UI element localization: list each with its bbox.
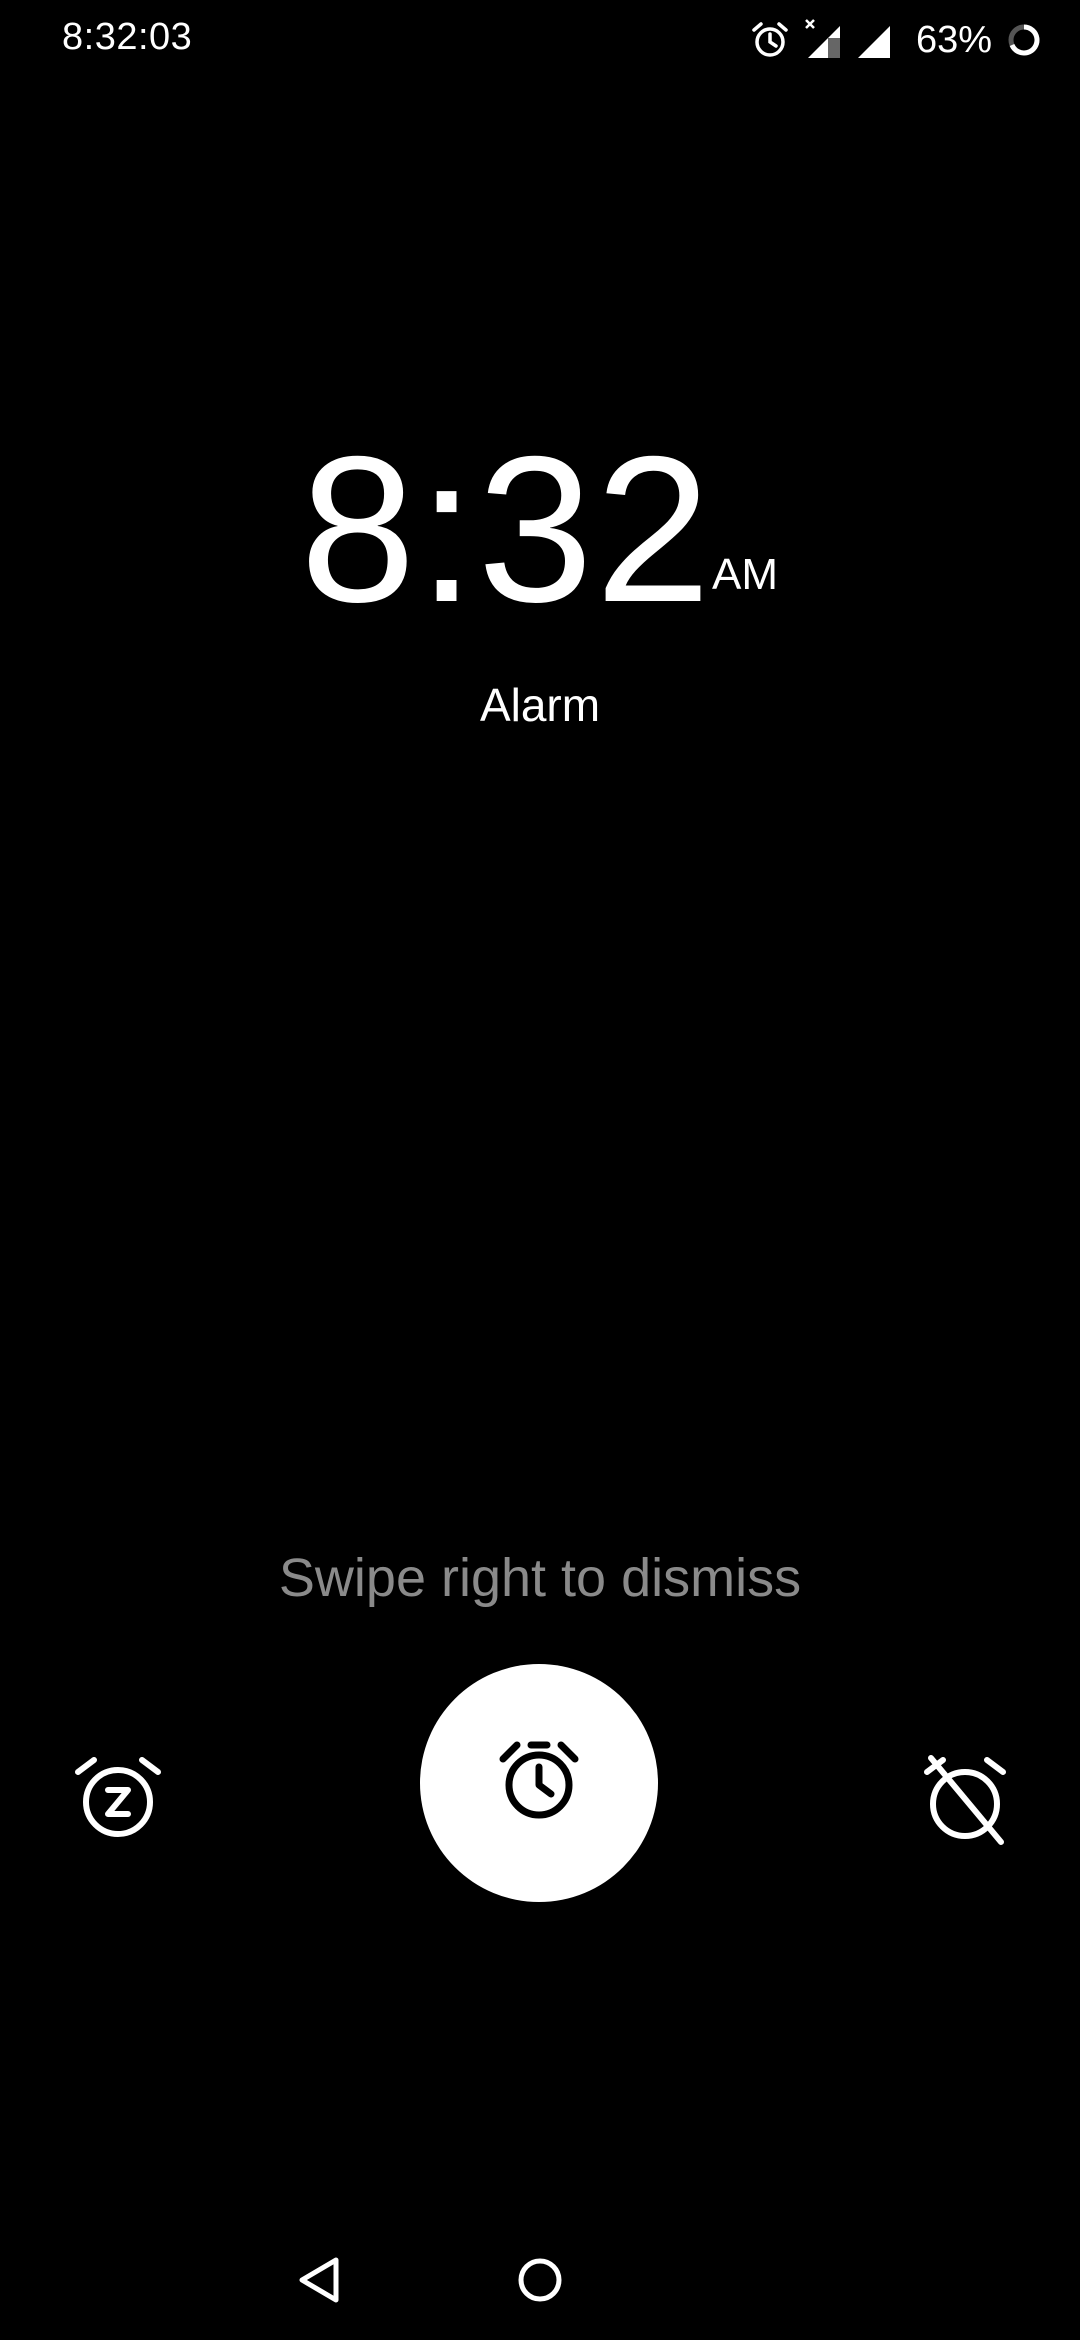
battery-charging-ring-icon bbox=[1006, 22, 1042, 58]
clock-ampm: AM bbox=[712, 550, 778, 599]
back-icon bbox=[292, 2257, 348, 2312]
status-bar: 8:32:03 63% bbox=[0, 0, 1080, 80]
dismiss-button[interactable] bbox=[915, 1750, 1015, 1850]
alarm-clock-icon bbox=[495, 1737, 583, 1830]
snooze-button[interactable] bbox=[70, 1750, 166, 1846]
status-icons: 63% bbox=[750, 14, 1042, 66]
alarm-clock-display: 8:32 AM bbox=[0, 414, 1080, 646]
signal-icon bbox=[854, 18, 894, 62]
signal-no-data-icon bbox=[804, 18, 844, 62]
clock-time: 8:32 bbox=[300, 414, 713, 646]
home-button[interactable] bbox=[512, 2252, 568, 2308]
snooze-alarm-icon bbox=[70, 1757, 166, 1850]
swipe-hint: Swipe right to dismiss bbox=[278, 1548, 802, 1608]
alarm-label: Alarm bbox=[479, 679, 601, 731]
back-button[interactable] bbox=[292, 2252, 348, 2308]
dismiss-swipe-handle[interactable] bbox=[420, 1664, 658, 1902]
home-icon bbox=[512, 2258, 568, 2312]
alarm-off-icon bbox=[915, 1755, 1015, 1854]
battery-percent: 63% bbox=[915, 18, 992, 61]
navigation-bar bbox=[0, 2220, 1080, 2340]
alarm-icon bbox=[750, 20, 790, 60]
status-time: 8:32:03 bbox=[62, 16, 193, 58]
